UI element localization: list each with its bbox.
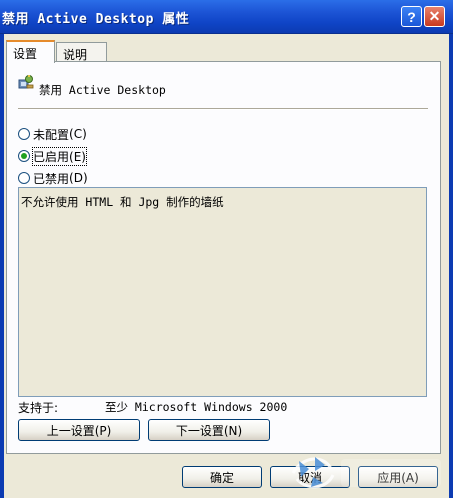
radio-enabled[interactable]: 已启用(E): [18, 146, 87, 166]
support-label: 支持于:: [18, 401, 59, 415]
radio-button[interactable]: [18, 172, 30, 184]
radio-disabled-label: 已禁用: [33, 171, 70, 186]
radio-disabled-shortcut: (D): [69, 171, 88, 185]
tab-explain-label: 说明: [63, 48, 88, 62]
radio-not-configured-label: 未配置: [33, 127, 70, 142]
support-value: 至少 Microsoft Windows 2000: [105, 400, 288, 414]
properties-dialog: 禁用 Active Desktop 属性 ? ✕ 设置 说明 禁用 Active…: [0, 0, 453, 498]
window-frame-left: [0, 34, 4, 498]
radio-not-configured[interactable]: 未配置 (C): [18, 125, 87, 143]
previous-setting-button[interactable]: 上一设置(P): [18, 419, 140, 441]
radio-dot: [21, 153, 27, 159]
tab-explain[interactable]: 说明: [56, 42, 107, 62]
radio-button-selected[interactable]: [18, 150, 30, 162]
window-title: 禁用 Active Desktop 属性: [2, 12, 190, 27]
ok-button[interactable]: 确定: [182, 466, 262, 488]
divider: [18, 108, 428, 110]
cancel-button[interactable]: 取消: [270, 466, 350, 488]
title-bar[interactable]: 禁用 Active Desktop 属性 ? ✕: [0, 0, 453, 34]
comment-text: 不允许使用 HTML 和 Jpg 制作的墙纸: [21, 195, 224, 209]
radio-enabled-label: 已启用: [33, 149, 70, 164]
radio-disabled[interactable]: 已禁用 (D): [18, 169, 88, 187]
tab-settings[interactable]: 设置: [6, 40, 55, 63]
help-button[interactable]: ?: [401, 6, 422, 27]
close-button[interactable]: ✕: [424, 6, 445, 27]
help-icon: ?: [407, 8, 416, 25]
radio-enabled-shortcut: (E): [69, 149, 86, 164]
apply-button[interactable]: 应用(A): [358, 466, 438, 488]
comment-box[interactable]: 不允许使用 HTML 和 Jpg 制作的墙纸: [18, 187, 427, 397]
settings-panel: 禁用 Active Desktop 未配置 (C) 已启用(E) 已禁用 (D)…: [6, 61, 441, 454]
policy-name: 禁用 Active Desktop: [39, 83, 166, 97]
close-icon: ✕: [428, 8, 441, 24]
window-frame-right: [449, 34, 453, 498]
tab-settings-label: 设置: [13, 47, 38, 61]
radio-button[interactable]: [18, 128, 30, 140]
next-setting-button[interactable]: 下一设置(N): [148, 419, 270, 441]
radio-not-configured-shortcut: (C): [69, 127, 87, 141]
radio-enabled-text: 已启用(E): [32, 146, 87, 166]
policy-settings-icon: [18, 75, 34, 89]
